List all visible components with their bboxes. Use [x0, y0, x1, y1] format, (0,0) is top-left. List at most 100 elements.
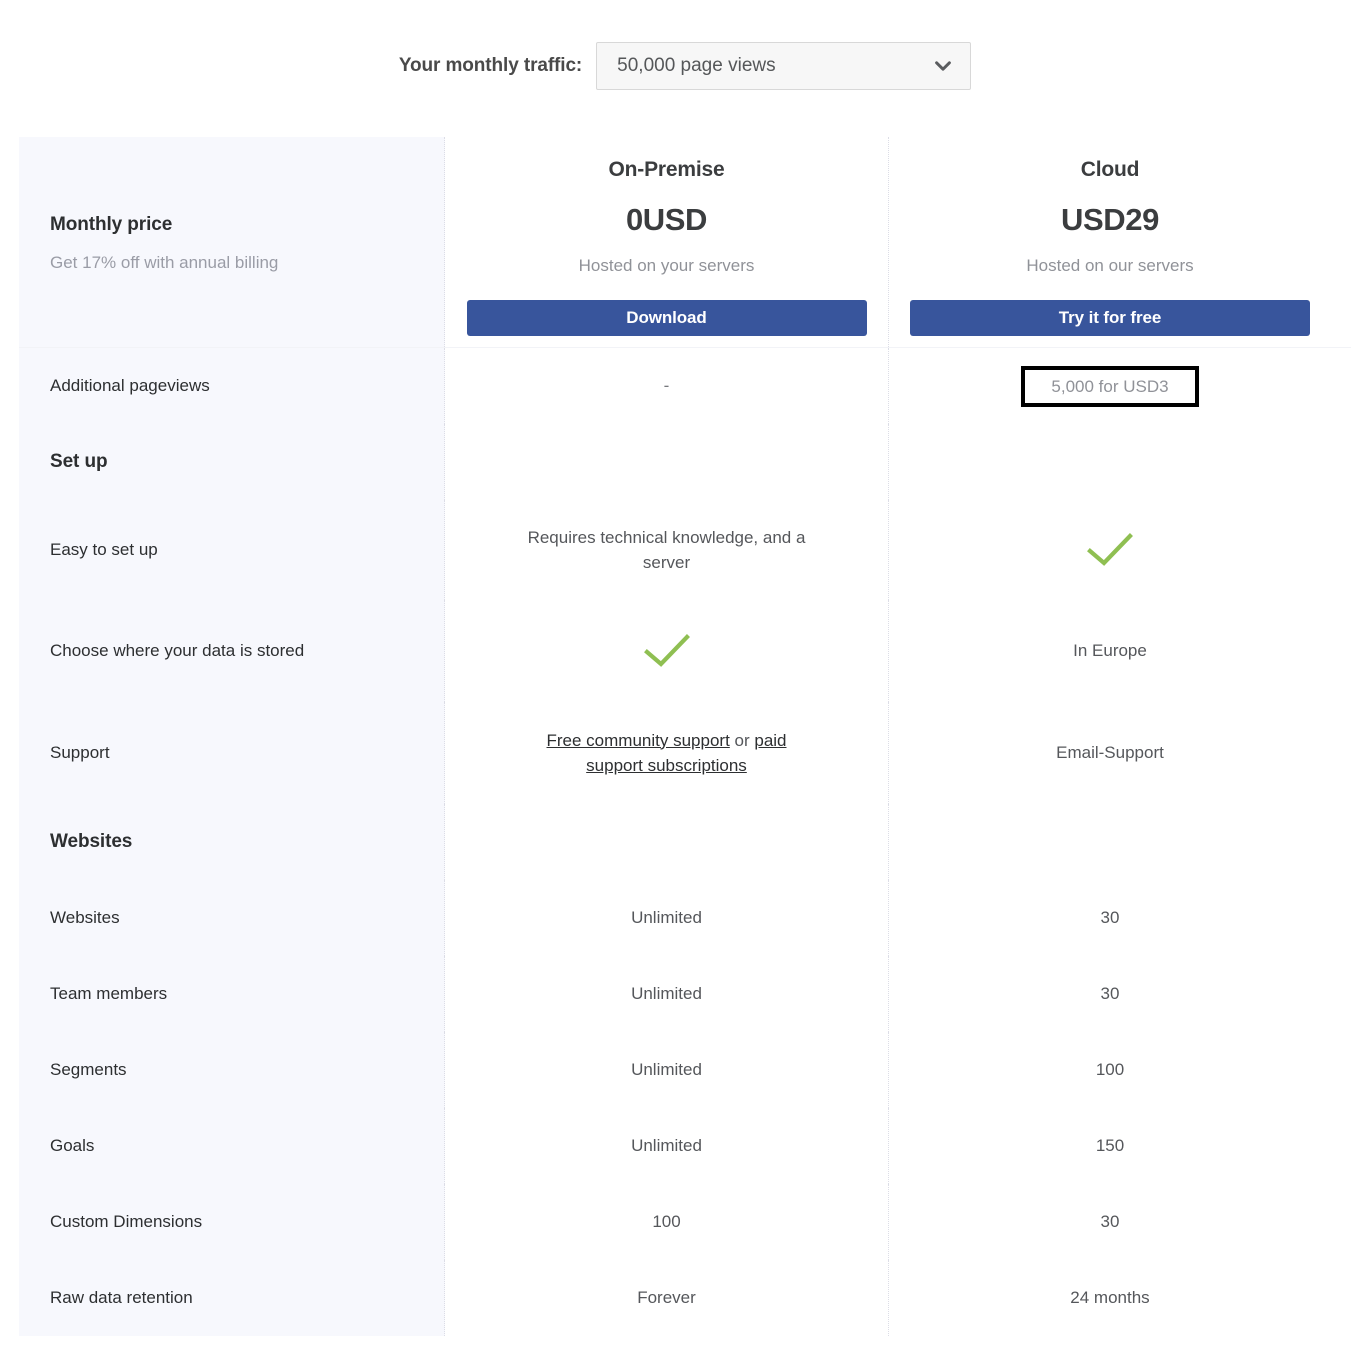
text-value: 30 — [1100, 1212, 1120, 1232]
value-websites-on-premise: Unlimited — [445, 880, 888, 956]
row-label-websites: Websites — [19, 880, 445, 956]
row-label-data-location: Choose where your data is stored — [19, 600, 445, 702]
text-value: Unlimited — [631, 1136, 702, 1156]
additional-pageviews-price-highlighted[interactable]: 5,000 for USD3 — [1021, 365, 1199, 407]
text-value: 150 — [1095, 1136, 1125, 1156]
text-value: Unlimited — [631, 984, 702, 1004]
table-row: Goals Unlimited 150 — [19, 1108, 1351, 1184]
support-links: Free community support or paid support s… — [502, 728, 832, 779]
feature-label: Team members — [50, 983, 168, 1003]
text-value: 30 — [1100, 908, 1120, 928]
plan-column-on-premise: On-Premise 0USD Hosted on your servers D… — [445, 137, 888, 347]
annual-billing-note: Get 17% off with annual billing — [50, 252, 279, 272]
table-row: Custom Dimensions 100 30 — [19, 1184, 1351, 1260]
value-raw-data-retention-on-premise: Forever — [445, 1260, 888, 1336]
table-row: Additional pageviews - 5,000 for USD3 — [19, 348, 1351, 424]
table-row: Support Free community support or paid s… — [19, 702, 1351, 804]
value-data-location-on-premise — [445, 600, 888, 702]
feature-label: Custom Dimensions — [50, 1211, 203, 1231]
plan-price-on-premise: 0USD — [625, 202, 708, 237]
table-row: Segments Unlimited 100 — [19, 1032, 1351, 1108]
row-label-support: Support — [19, 702, 445, 804]
feature-label: Raw data retention — [50, 1287, 193, 1307]
free-community-support-link[interactable]: Free community support — [547, 731, 730, 750]
text-value: 100 — [652, 1212, 681, 1232]
feature-label: Support — [50, 742, 110, 762]
plan-name-cloud: Cloud — [1080, 158, 1140, 181]
value-goals-cloud: 150 — [888, 1108, 1331, 1184]
value-easy-setup-cloud — [888, 500, 1331, 600]
value-additional-pageviews-on-premise: - — [445, 348, 888, 424]
value-goals-on-premise: Unlimited — [445, 1108, 888, 1184]
section-websites: Websites — [19, 804, 445, 880]
value-raw-data-retention-cloud: 24 months — [888, 1260, 1331, 1336]
check-icon — [643, 634, 690, 667]
value-data-location-cloud: In Europe — [888, 600, 1331, 702]
table-row: Websites Unlimited 30 — [19, 880, 1351, 956]
monthly-price-label: Monthly price — [50, 214, 173, 235]
section-label: Set up — [50, 450, 108, 472]
value-custom-dimensions-cloud: 30 — [888, 1184, 1331, 1260]
text-value: In Europe — [1073, 641, 1147, 661]
value-team-members-cloud: 30 — [888, 956, 1331, 1032]
row-label-custom-dimensions: Custom Dimensions — [19, 1184, 445, 1260]
plan-name-on-premise: On-Premise — [608, 158, 725, 181]
table-row: Easy to set up Requires technical knowle… — [19, 500, 1351, 600]
traffic-select-value: 50,000 page views — [617, 54, 776, 76]
feature-label: Segments — [50, 1059, 127, 1079]
traffic-label: Your monthly traffic: — [398, 54, 583, 76]
chevron-down-icon — [935, 60, 952, 71]
row-label-team-members: Team members — [19, 956, 445, 1032]
try-it-for-free-button[interactable]: Try it for free — [910, 300, 1310, 336]
row-label-goals: Goals — [19, 1108, 445, 1184]
feature-label: Websites — [50, 907, 120, 927]
feature-label: Additional pageviews — [50, 375, 210, 395]
support-conjunction: or — [729, 730, 755, 750]
text-value: Unlimited — [631, 1060, 702, 1080]
section-spacer-on-premise — [445, 804, 888, 880]
plan-hosting-cloud: Hosted on our servers — [1026, 256, 1194, 275]
text-value: Email-Support — [1056, 743, 1164, 763]
feature-label: Easy to set up — [50, 539, 158, 559]
value-segments-cloud: 100 — [888, 1032, 1331, 1108]
table-header-row: Monthly price Get 17% off with annual bi… — [19, 137, 1351, 348]
plan-column-cloud: Cloud USD29 Hosted on our servers Try it… — [888, 137, 1331, 347]
traffic-select[interactable]: 50,000 page views — [596, 41, 972, 90]
check-icon — [1087, 533, 1133, 566]
text-value: 100 — [1095, 1060, 1125, 1080]
row-label-additional-pageviews: Additional pageviews — [19, 348, 445, 424]
section-setup: Set up — [19, 424, 445, 500]
section-spacer-on-premise — [445, 424, 888, 500]
text-value: 24 months — [1070, 1288, 1150, 1308]
section-heading-row: Websites — [19, 804, 1351, 880]
text-value: Forever — [637, 1288, 696, 1308]
section-label: Websites — [50, 830, 133, 852]
traffic-selector-bar: Your monthly traffic: 50,000 page views — [0, 0, 1370, 131]
text-value: 30 — [1100, 984, 1120, 1004]
download-button[interactable]: Download — [466, 300, 867, 336]
text-value: Unlimited — [631, 908, 702, 928]
table-row: Team members Unlimited 30 — [19, 956, 1351, 1032]
value-team-members-on-premise: Unlimited — [445, 956, 888, 1032]
monthly-price-cell: Monthly price Get 17% off with annual bi… — [19, 137, 445, 347]
value-custom-dimensions-on-premise: 100 — [445, 1184, 888, 1260]
value-support-on-premise: Free community support or paid support s… — [445, 702, 888, 804]
section-spacer-cloud — [888, 804, 1331, 880]
feature-label: Goals — [50, 1135, 95, 1155]
value-segments-on-premise: Unlimited — [445, 1032, 888, 1108]
value-websites-cloud: 30 — [888, 880, 1331, 956]
section-spacer-cloud — [888, 424, 1331, 500]
feature-label: Choose where your data is stored — [50, 640, 305, 660]
row-label-easy-to-set-up: Easy to set up — [19, 500, 445, 600]
table-row: Choose where your data is stored In Euro… — [19, 600, 1351, 702]
pricing-comparison-table: Monthly price Get 17% off with annual bi… — [19, 137, 1351, 1336]
section-heading-row: Set up — [19, 424, 1351, 500]
value-easy-setup-on-premise: Requires technical knowledge, and a serv… — [445, 500, 888, 600]
table-row: Raw data retention Forever 24 months — [19, 1260, 1351, 1336]
row-label-raw-data-retention: Raw data retention — [19, 1260, 445, 1336]
value-additional-pageviews-cloud: 5,000 for USD3 — [888, 348, 1331, 424]
plan-price-cloud: USD29 — [1061, 202, 1159, 237]
plan-hosting-on-premise: Hosted on your servers — [578, 256, 755, 275]
dash-value: - — [663, 376, 670, 395]
text-value: Requires technical knowledge, and a serv… — [527, 527, 806, 573]
